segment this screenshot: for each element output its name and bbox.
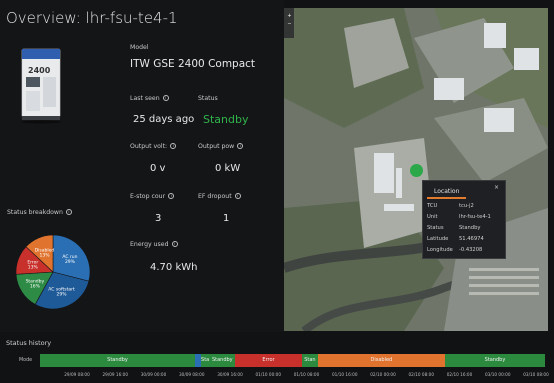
status-timeline: Standby Sta Standby Error Stan Disabled Standb… [40,354,545,367]
timeline-tick-label: 01/10 08:00 [293,372,320,377]
timeline-tick-label: 03/10 08:00 [523,372,549,377]
output-volt-label-text: Output volt: [130,143,168,150]
energy-label-text: Energy used [130,241,169,248]
location-popup-title: Location [434,188,460,195]
page-title: Overview: lhr-fsu-te4-1 [6,9,178,27]
timeline-segment[interactable]: Stan [302,354,318,367]
ef-dropout-label-text: EF dropout [198,193,232,200]
estop-value: 3 [155,213,162,224]
zoom-in-button[interactable]: + [286,12,293,20]
overview-panel: Overview: lhr-fsu-te4-1 2400 Model ITW G… [0,0,284,332]
status-breakdown-title-text: Status breakdown [7,209,63,216]
status-history-panel: Status history Mode Standby Sta Standby Err… [0,332,554,383]
ef-dropout-value: 1 [223,213,230,224]
mode-label: Mode [19,358,33,363]
location-row-value: Standby [459,225,481,231]
energy-label: Energy used i [130,241,178,248]
pie-slice-percent: 29% [65,259,76,265]
output-pow-label: Output pow i [198,143,244,150]
status-value: Standby [203,113,249,126]
timeline-tick-label: 01/10 00:00 [255,372,281,377]
location-row-value: 51.46974 [459,236,484,242]
zoom-out-button[interactable]: − [286,20,293,28]
model-value: ITW GSE 2400 Compact [130,58,256,70]
info-icon[interactable]: i [237,143,244,149]
output-pow-value: 0 kW [215,163,241,174]
pie-slice-percent: 16% [30,283,41,289]
info-icon[interactable]: i [65,209,72,215]
timeline-segment[interactable]: Disabled [317,354,445,367]
map-marker[interactable] [410,164,423,177]
info-icon[interactable]: i [234,193,241,199]
location-popup-underline [427,197,466,199]
timeline-tick-label: 01/10 16:00 [332,372,358,377]
location-row-value: -0.43208 [459,247,483,253]
location-row-value: tcu-j2 [459,203,474,209]
timeline-tick-label: 30/09 08:00 [179,372,205,377]
status-breakdown-pie: AC run 29%AC softstart 29%Standby 16%Error 1… [15,234,91,310]
timeline-tick-label: 02/10 00:00 [370,372,396,377]
timeline-segment[interactable]: Error [234,354,303,367]
location-row-value: lhr-fsu-te4-1 [459,214,491,220]
last-seen-value: 25 days ago [133,114,195,125]
status-history-title: Status history [6,339,52,347]
timeline-tick-label: 29/09 16:00 [102,372,128,377]
timeline-tick-label: 02/10 16:00 [446,372,473,377]
last-seen-label-text: Last seen [130,95,160,102]
location-row-key: Latitude [427,236,449,242]
timeline-segment[interactable]: Standby [445,354,545,367]
timeline-tick-label: 02/10 08:00 [408,372,434,377]
output-volt-value: 0 v [150,163,166,174]
map-zoom-controls: + − [286,12,293,28]
close-icon[interactable]: × [494,184,499,191]
timeline-tick-label: 29/09 08:00 [64,372,90,377]
info-icon[interactable]: i [168,193,175,199]
location-row-key: Unit [427,214,438,220]
estop-label-text: E-stop cour [130,193,166,200]
timeline-segment[interactable]: Standby [40,354,196,367]
last-seen-label: Last seen i [130,95,169,102]
device-image: 2400 [21,48,61,124]
location-row-key: TCU [427,203,438,209]
output-pow-label-text: Output pow [198,143,235,150]
pie-slice-percent: 29% [57,292,68,298]
info-icon[interactable]: i [162,95,169,101]
location-row-key: Longitude [427,247,453,253]
device-image-label: 2400 [28,66,51,75]
info-icon[interactable]: i [171,241,178,247]
ef-dropout-label: EF dropout i [198,193,241,200]
energy-value: 4.70 kWh [150,262,198,273]
timeline-segment[interactable]: Sta [200,354,210,367]
location-row-key: Status [427,225,444,231]
timeline-tick-label: 30/09 00:00 [140,372,167,377]
pie-slice-percent: 13% [39,252,50,258]
timeline-axis: 29/09 08:00 29/09 16:00 30/09 00:00 30/09 0… [40,372,549,380]
location-popup: Location × TCU tcu-j2 Unit lhr-fsu-te4-1 S… [422,180,506,259]
status-breakdown-title: Status breakdown i [7,209,72,216]
location-map[interactable]: + − [284,8,548,331]
timeline-tick-label: 03/10 00:00 [485,372,511,377]
info-icon[interactable]: i [170,143,177,149]
estop-label: E-stop cour i [130,193,175,200]
pie-slice-percent: 13% [28,265,39,271]
timeline-segment[interactable]: Standby [209,354,235,367]
model-label: Model [130,44,149,51]
timeline-tick-label: 30/09 16:00 [217,372,243,377]
pie-slice-label: Error 13% [27,260,38,271]
output-volt-label: Output volt: i [130,143,177,150]
status-label: Status [198,95,218,102]
